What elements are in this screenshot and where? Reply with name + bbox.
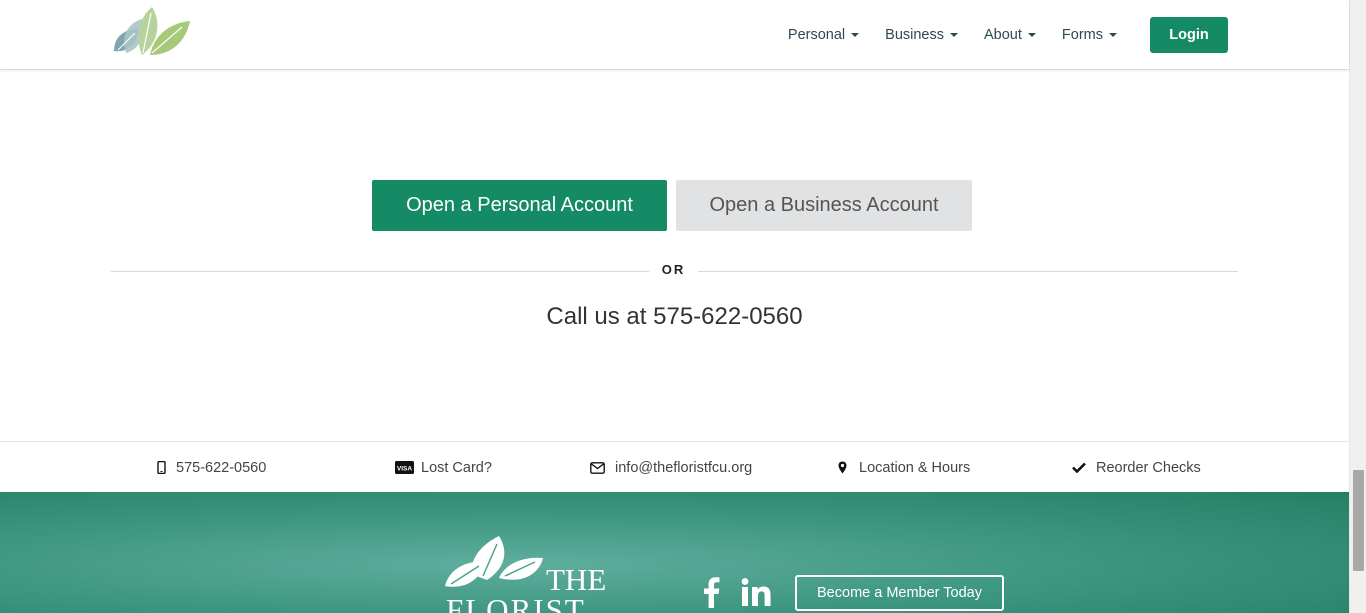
caret-down-icon <box>851 33 860 37</box>
page-scrollbar[interactable] <box>1349 0 1366 613</box>
quick-link-email-label: info@thefloristfcu.org <box>615 459 753 476</box>
open-business-account-button[interactable]: Open a Business Account <box>676 180 972 231</box>
quick-link-reorder-checks[interactable]: Reorder Checks <box>1072 442 1201 493</box>
or-separator: OR <box>661 262 686 277</box>
login-button[interactable]: Login <box>1150 17 1228 53</box>
site-header: Personal Business About Forms Login <box>0 0 1349 70</box>
scrollbar-thumb[interactable] <box>1353 470 1364 571</box>
quick-link-lost-card[interactable]: VISA Lost Card? <box>395 442 492 493</box>
quick-link-location[interactable]: Location & Hours <box>838 442 970 493</box>
nav-personal-label: Personal <box>787 27 846 43</box>
quick-link-reorder-checks-label: Reorder Checks <box>1096 459 1201 476</box>
divider-right <box>698 271 1238 272</box>
open-personal-account-button[interactable]: Open a Personal Account <box>372 180 667 231</box>
account-cta-row: Open a Personal Account Open a Business … <box>372 180 972 231</box>
linkedin-icon[interactable] <box>740 576 772 608</box>
nav-personal[interactable]: Personal <box>787 27 860 43</box>
main-nav: Personal Business About Forms Login <box>788 0 1349 70</box>
divider-left <box>111 271 649 272</box>
credit-card-icon: VISA <box>395 461 414 474</box>
quick-link-location-label: Location & Hours <box>859 459 971 476</box>
footer-logo-florist: FLORIST <box>446 592 586 613</box>
call-us-text: Call us at 575-622-0560 <box>546 303 803 330</box>
nav-business-label: Business <box>885 27 944 43</box>
quick-link-lost-card-label: Lost Card? <box>421 459 492 476</box>
quick-link-phone[interactable]: 575-622-0560 <box>157 442 266 493</box>
site-footer: THE FLORIST Become a Member Today <box>0 492 1349 613</box>
caret-down-icon <box>1027 33 1036 37</box>
svg-text:VISA: VISA <box>397 466 412 473</box>
leaf-logo[interactable] <box>110 5 192 60</box>
nav-about[interactable]: About <box>984 27 1036 43</box>
nav-about-label: About <box>984 27 1022 43</box>
nav-forms[interactable]: Forms <box>1062 27 1117 43</box>
become-member-button[interactable]: Become a Member Today <box>795 575 1004 611</box>
quick-link-email[interactable]: info@thefloristfcu.org <box>590 442 752 493</box>
envelope-icon <box>590 461 605 474</box>
map-pin-icon <box>838 461 847 474</box>
quick-link-phone-label: 575-622-0560 <box>176 459 267 476</box>
nav-business[interactable]: Business <box>885 27 958 43</box>
facebook-icon[interactable] <box>700 576 722 608</box>
mobile-phone-icon <box>157 461 166 474</box>
checkmark-icon <box>1072 462 1086 473</box>
nav-forms-label: Forms <box>1061 27 1103 43</box>
quick-links-bar: 575-622-0560 VISA Lost Card? info@theflo… <box>0 441 1349 492</box>
caret-down-icon <box>1109 33 1117 37</box>
caret-down-icon <box>950 33 958 37</box>
